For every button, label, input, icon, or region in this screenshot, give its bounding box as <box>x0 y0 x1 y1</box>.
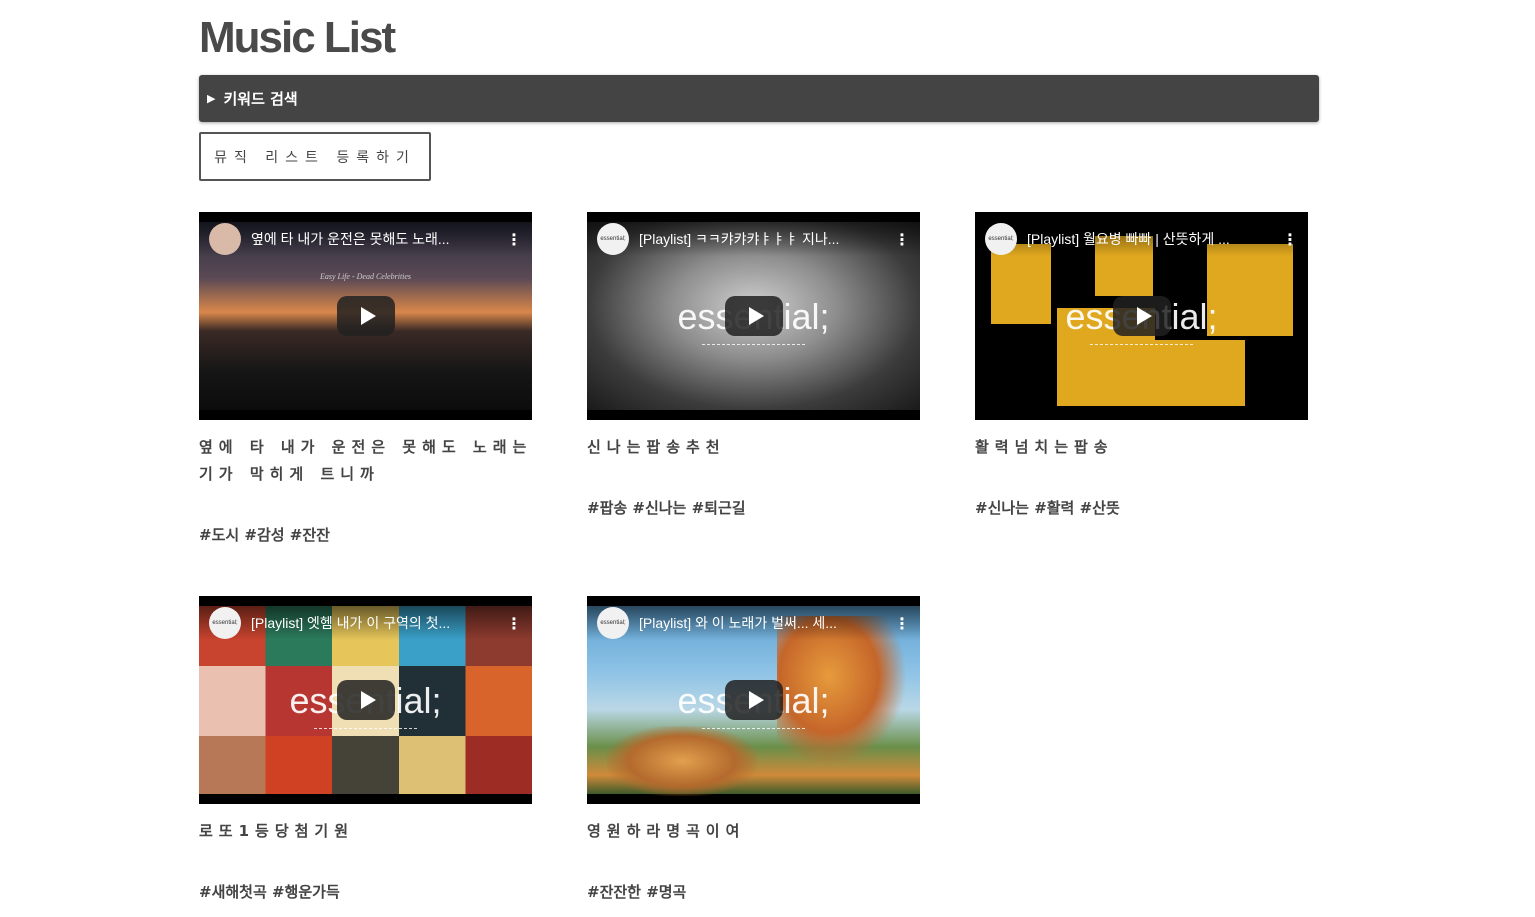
play-button[interactable] <box>1113 296 1171 336</box>
play-icon <box>360 307 376 325</box>
music-card: essential; [Playlist] 와 이 노래가 벌써... 세...… <box>587 596 927 901</box>
card-tags: #도시 #감성 #잔잔 <box>199 526 330 544</box>
video-topbar: essential; [Playlist] 엣헴 내가 이 구역의 첫... ⋮ <box>199 606 532 640</box>
more-vert-icon[interactable]: ⋮ <box>894 614 910 633</box>
more-vert-icon[interactable]: ⋮ <box>894 230 910 249</box>
play-icon <box>748 691 764 709</box>
video-topbar: essential; [Playlist] 월요병 빠빠 | 산뜻하게 ... … <box>975 222 1308 256</box>
audio-waveform <box>702 728 805 733</box>
channel-avatar[interactable] <box>209 223 241 255</box>
card-tags: #잔잔한 #명곡 <box>587 883 687 901</box>
card-title: 로또1등당첨기원 <box>199 822 355 840</box>
more-vert-icon[interactable]: ⋮ <box>506 230 522 249</box>
card-tags: #팝송 #신나는 #퇴근길 <box>587 499 746 517</box>
play-button[interactable] <box>725 680 783 720</box>
channel-avatar[interactable]: essential; <box>985 223 1017 255</box>
audio-waveform <box>702 344 805 349</box>
video-embed[interactable]: Easy Life - Dead Celebrities 옆에 타 내가 운전은… <box>199 212 532 420</box>
card-title: 신나는팝송추천 <box>587 438 726 456</box>
video-embed[interactable]: essential; [Playlist] 월요병 빠빠 | 산뜻하게 ... … <box>975 212 1308 420</box>
video-overlay-text: Easy Life - Dead Celebrities <box>319 272 412 281</box>
video-embed[interactable]: essential; [Playlist] ㅋㅋ캬캬캬ㅑㅑㅑ 지나... ⋮ e… <box>587 212 920 420</box>
video-topbar: 옆에 타 내가 운전은 못해도 노래... ⋮ <box>199 222 532 256</box>
video-title[interactable]: 옆에 타 내가 운전은 못해도 노래... <box>251 229 500 249</box>
more-vert-icon[interactable]: ⋮ <box>506 614 522 633</box>
music-card: essential; [Playlist] 엣헴 내가 이 구역의 첫... ⋮… <box>199 596 539 901</box>
video-title[interactable]: [Playlist] 엣헴 내가 이 구역의 첫... <box>251 613 500 633</box>
music-card: Easy Life - Dead Celebrities 옆에 타 내가 운전은… <box>199 212 539 544</box>
keyword-search-toggle[interactable]: ▶ 키워드 검색 <box>199 75 1319 122</box>
register-music-list-button[interactable]: 뮤직 리스트 등록하기 <box>199 132 431 181</box>
video-topbar: essential; [Playlist] 와 이 노래가 벌써... 세...… <box>587 606 920 640</box>
card-tags: #신나는 #활력 #산뜻 <box>975 499 1120 517</box>
audio-waveform <box>1090 344 1193 349</box>
card-tags: #새해첫곡 #행운가득 <box>199 883 340 901</box>
keyword-search-label: 키워드 검색 <box>223 90 298 108</box>
triangle-right-icon: ▶ <box>207 92 216 105</box>
page-title: Music List <box>199 13 396 62</box>
video-topbar: essential; [Playlist] ㅋㅋ캬캬캬ㅑㅑㅑ 지나... ⋮ <box>587 222 920 256</box>
play-button[interactable] <box>725 296 783 336</box>
channel-avatar[interactable]: essential; <box>209 607 241 639</box>
play-button[interactable] <box>337 680 395 720</box>
card-title: 활력넘치는팝송 <box>975 438 1114 456</box>
card-title: 영원하라명곡이여 <box>587 822 746 840</box>
play-button[interactable] <box>337 296 395 336</box>
card-title: 옆에 타 내가 운전은 못해도 노래는 기가 막히게 트니까 <box>199 438 533 483</box>
video-title[interactable]: [Playlist] ㅋㅋ캬캬캬ㅑㅑㅑ 지나... <box>639 229 888 249</box>
music-card: essential; [Playlist] ㅋㅋ캬캬캬ㅑㅑㅑ 지나... ⋮ e… <box>587 212 927 517</box>
music-card: essential; [Playlist] 월요병 빠빠 | 산뜻하게 ... … <box>975 212 1315 517</box>
video-title[interactable]: [Playlist] 월요병 빠빠 | 산뜻하게 ... <box>1027 229 1276 249</box>
play-icon <box>1136 307 1152 325</box>
video-embed[interactable]: essential; [Playlist] 엣헴 내가 이 구역의 첫... ⋮… <box>199 596 532 804</box>
channel-avatar[interactable]: essential; <box>597 223 629 255</box>
channel-avatar[interactable]: essential; <box>597 607 629 639</box>
more-vert-icon[interactable]: ⋮ <box>1282 230 1298 249</box>
video-title[interactable]: [Playlist] 와 이 노래가 벌써... 세... <box>639 613 888 633</box>
play-icon <box>748 307 764 325</box>
video-embed[interactable]: essential; [Playlist] 와 이 노래가 벌써... 세...… <box>587 596 920 804</box>
audio-waveform <box>314 728 417 733</box>
play-icon <box>360 691 376 709</box>
